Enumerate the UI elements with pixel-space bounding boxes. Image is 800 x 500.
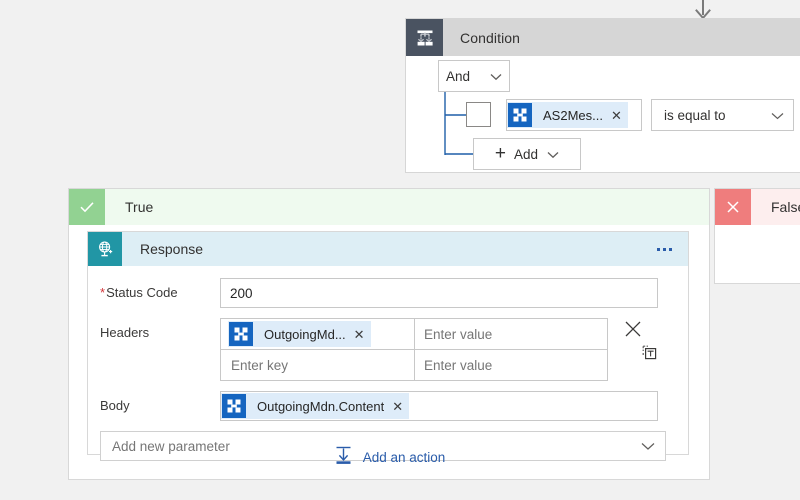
token-pill[interactable]: OutgoingMdn.Content ✕ [221,393,409,419]
status-code-value: 200 [230,286,253,301]
designer-canvas: Condition And AS2Mes... [0,0,800,500]
token-pill[interactable]: OutgoingMd... ✕ [228,321,371,347]
logic-operator-label: And [446,69,470,84]
checkmark-icon [69,189,105,225]
chevron-down-icon [771,108,784,123]
headers-row: Headers [88,318,688,381]
header-key-cell[interactable]: OutgoingMd... ✕ [221,319,415,349]
header-value-placeholder: Enter value [424,358,492,373]
response-action-card[interactable]: Response *Status Code 200 Heade [87,231,689,455]
condition-row-checkbox[interactable] [466,102,491,127]
condition-value-field[interactable]: AS2Mes... ✕ [506,99,642,131]
add-condition-button[interactable]: + Add [473,138,581,170]
header-key-placeholder: Enter key [228,358,288,373]
header-value-placeholder: Enter value [424,327,492,342]
token-pill[interactable]: AS2Mes... ✕ [507,102,628,128]
header-value-cell[interactable]: Enter value [415,350,607,380]
close-x-icon [715,189,751,225]
body-label: Body [100,391,220,414]
false-branch-card[interactable]: False [714,188,800,284]
as2-connector-icon [508,103,532,127]
false-branch-title: False [771,199,800,215]
body-input[interactable]: OutgoingMdn.Content ✕ [220,391,658,421]
token-label: AS2Mes... [543,108,603,123]
status-code-label: *Status Code [100,278,220,301]
headers-table-row: Enter key Enter value [221,349,607,380]
status-code-input[interactable]: 200 [220,278,658,308]
chevron-down-icon [490,69,502,84]
token-label: OutgoingMdn.Content [257,399,384,414]
header-value-cell[interactable]: Enter value [415,319,607,349]
condition-card-header[interactable]: Condition [406,19,800,56]
true-branch-header[interactable]: True [69,189,709,225]
token-label: OutgoingMd... [264,327,346,342]
as2-connector-icon [229,322,253,346]
body-row: Body [88,391,688,421]
close-icon[interactable]: ✕ [392,400,403,413]
condition-operator-dropdown[interactable]: is equal to [651,99,794,131]
response-form: *Status Code 200 Headers [88,266,688,461]
status-code-row: *Status Code 200 [88,278,688,308]
logic-operator-dropdown[interactable]: And [438,60,510,92]
condition-branch-icon [406,19,443,56]
headers-table: OutgoingMd... ✕ Enter value Enter key [220,318,608,381]
response-action-header[interactable]: Response [88,232,688,266]
headers-table-row: OutgoingMd... ✕ Enter value [221,319,607,349]
true-branch-card[interactable]: True Response [68,188,710,480]
true-branch-title: True [125,199,153,215]
header-key-cell[interactable]: Enter key [221,350,415,380]
response-action-title: Response [140,241,203,257]
globe-response-icon [88,232,122,266]
as2-connector-icon [222,394,246,418]
add-condition-label: Add [514,147,538,162]
close-icon[interactable]: ✕ [354,328,365,341]
headers-actions [608,318,664,320]
switch-to-text-mode-icon[interactable] [642,345,657,363]
required-marker: * [100,285,105,300]
close-large-icon[interactable] [624,320,642,341]
add-an-action-label: Add an action [363,450,446,465]
false-branch-header[interactable]: False [715,189,800,225]
close-icon[interactable]: ✕ [611,109,622,122]
insert-action-icon [333,445,354,469]
condition-operator-label: is equal to [664,108,726,123]
plus-icon: + [495,144,506,163]
ellipsis-icon[interactable] [657,248,672,251]
chevron-down-icon [547,147,559,162]
condition-title: Condition [460,30,520,46]
condition-card[interactable]: Condition [405,18,800,173]
headers-label: Headers [100,318,220,341]
add-an-action-button[interactable]: Add an action [69,445,709,469]
status-code-label-text: Status Code [106,285,178,300]
